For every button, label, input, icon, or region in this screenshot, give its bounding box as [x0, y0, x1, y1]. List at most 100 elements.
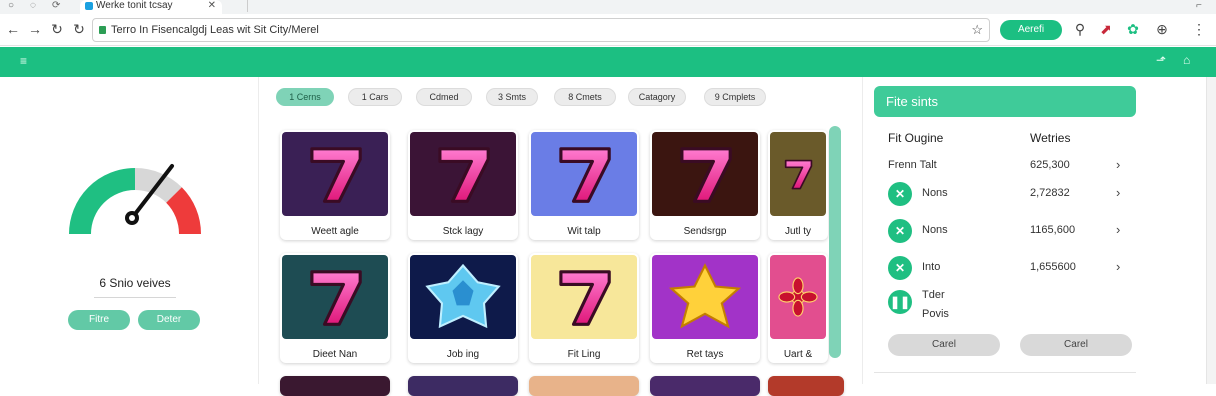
- game-card[interactable]: Dieet Nan: [280, 253, 390, 363]
- pause-circle-icon[interactable]: ❚❚: [888, 290, 912, 314]
- row-name: Nons: [922, 187, 948, 199]
- filter-chip[interactable]: 1 Cerns: [276, 88, 334, 106]
- refresh-small-icon[interactable]: ⟳: [52, 0, 60, 11]
- flower-icon: [770, 255, 826, 339]
- game-card[interactable]: Jutl ty: [768, 130, 828, 240]
- left-divider: [258, 77, 259, 384]
- page-scrollbar[interactable]: [1206, 77, 1216, 384]
- address-text: Terro In Fisencalgdj Leas wit Sit City/M…: [111, 24, 319, 36]
- list-item[interactable]: ✕ Into 1,655600 ›: [886, 253, 1132, 283]
- gauge-underline: [94, 297, 176, 298]
- filter-chip[interactable]: 8 Cmets: [554, 88, 616, 106]
- tab-title: Werke tonit tcsay: [96, 0, 173, 11]
- list-item[interactable]: Frenn Talt 625,300 ›: [886, 151, 1132, 181]
- slot-seven-icon: [410, 132, 516, 216]
- game-card[interactable]: Stck lagy: [408, 130, 518, 240]
- profile-icon[interactable]: ⊕: [1153, 20, 1171, 38]
- address-bar[interactable]: Terro In Fisencalgdj Leas wit Sit City/M…: [92, 18, 990, 42]
- game-card[interactable]: [650, 376, 760, 396]
- game-card-title: Fit Ling: [567, 349, 601, 360]
- cancel-button-left[interactable]: Carel: [888, 334, 1000, 356]
- game-card[interactable]: Job ing: [408, 253, 518, 363]
- filter-chip[interactable]: 3 Smts: [486, 88, 538, 106]
- forward-icon[interactable]: →: [26, 20, 44, 38]
- secure-lock-icon: [99, 26, 106, 34]
- hamburger-menu-icon[interactable]: ≡: [20, 54, 36, 68]
- browser-tabstrip: ○ ◌ ⟳ Werke tonit tcsay ✕ ⌐: [0, 0, 1216, 14]
- bookmark-star-icon[interactable]: ☆: [971, 19, 983, 41]
- close-circle-icon[interactable]: ✕: [888, 256, 912, 280]
- share-icon[interactable]: ⬏: [1156, 53, 1166, 67]
- extension-button[interactable]: Aerefi: [1000, 20, 1062, 40]
- game-card[interactable]: [529, 376, 639, 396]
- kebab-menu-icon[interactable]: ⋮: [1190, 20, 1208, 38]
- filter-chip[interactable]: Catagory: [628, 88, 686, 106]
- list-item[interactable]: ❚❚ Tder Povis: [886, 286, 1132, 322]
- game-card-title: Dieet Nan: [312, 349, 358, 360]
- filter-pill-button[interactable]: Fitre: [68, 310, 130, 330]
- row-value: 1,655600: [1030, 261, 1076, 273]
- game-card[interactable]: Wit talp: [529, 130, 639, 240]
- browser-toolbar: ← → ↻ ↻ Terro In Fisencalgdj Leas wit Si…: [0, 14, 1216, 46]
- game-card[interactable]: Sendsrgp: [650, 130, 760, 240]
- game-card[interactable]: [280, 376, 390, 396]
- slot-seven-icon: [531, 255, 637, 339]
- filter-chip[interactable]: Cdmed: [416, 88, 472, 106]
- game-card[interactable]: [408, 376, 518, 396]
- back-history-icon[interactable]: ○: [8, 0, 14, 11]
- row-value: 2,72832: [1030, 187, 1070, 199]
- star-icon: [652, 255, 758, 339]
- reload-alt-icon[interactable]: ↻: [70, 20, 88, 38]
- filter-chip[interactable]: 9 Cmplets: [704, 88, 766, 106]
- browser-tab[interactable]: Werke tonit tcsay ✕: [80, 0, 222, 14]
- game-card-title: Ret tays: [686, 349, 724, 360]
- minimize-icon[interactable]: ⌐: [1196, 0, 1202, 11]
- slot-seven-icon: [770, 132, 826, 216]
- right-divider: [862, 77, 863, 384]
- game-card[interactable]: Weett agle: [280, 130, 390, 240]
- row-value: 1165,600: [1030, 224, 1076, 236]
- chevron-right-icon[interactable]: ›: [1116, 222, 1120, 237]
- app-header-bar: ≡ ⬏ ⌂: [0, 47, 1216, 77]
- game-card[interactable]: Ret tays: [650, 253, 760, 363]
- column-header-value: Wetries: [1030, 131, 1071, 145]
- game-card-title: Wit talp: [567, 226, 601, 237]
- chevron-right-icon[interactable]: ›: [1116, 157, 1120, 172]
- home-icon[interactable]: ⌂: [1183, 53, 1190, 67]
- game-card[interactable]: Fit Ling: [529, 253, 639, 363]
- detail-pill-button[interactable]: Deter: [138, 310, 200, 330]
- close-circle-icon[interactable]: ✕: [888, 182, 912, 206]
- game-card-title: Stck lagy: [442, 226, 484, 237]
- list-item[interactable]: ✕ Nons 2,72832 ›: [886, 179, 1132, 209]
- filter-chip[interactable]: 1 Cars: [348, 88, 402, 106]
- game-card[interactable]: Uart &: [768, 253, 828, 363]
- back-icon[interactable]: ←: [4, 20, 22, 38]
- cancel-button-right[interactable]: Carel: [1020, 334, 1132, 356]
- chevron-right-icon[interactable]: ›: [1116, 185, 1120, 200]
- close-tab-icon[interactable]: ✕: [208, 0, 216, 12]
- new-tab-button[interactable]: [232, 0, 248, 12]
- row-subname: Povis: [922, 308, 949, 320]
- extension-green-icon[interactable]: ✿: [1124, 20, 1142, 38]
- window-control-icon[interactable]: ◌: [30, 0, 36, 11]
- game-card-title: Job ing: [446, 349, 480, 360]
- row-value: 625,300: [1030, 159, 1070, 171]
- row-name: Frenn Talt: [888, 159, 937, 171]
- search-icon[interactable]: ⚲: [1071, 20, 1089, 38]
- slot-seven-icon: [652, 132, 758, 216]
- row-name: Into: [922, 261, 941, 273]
- tab-favicon-icon: [85, 2, 93, 10]
- slot-seven-icon: [282, 255, 388, 339]
- filter-panel-title: Fite sints: [874, 86, 1136, 117]
- column-header-name: Fit Ougine: [888, 131, 944, 145]
- grid-scroll-thumb[interactable]: [829, 126, 841, 358]
- extension-red-icon[interactable]: ⬈: [1097, 20, 1115, 38]
- game-card-title: Weett agle: [311, 226, 359, 237]
- list-item[interactable]: ✕ Nons 1165,600 ›: [886, 216, 1132, 246]
- game-card[interactable]: [768, 376, 844, 396]
- row-name: Nons: [922, 224, 948, 236]
- reload-icon[interactable]: ↻: [48, 20, 66, 38]
- chevron-right-icon[interactable]: ›: [1116, 259, 1120, 274]
- gem-icon: [410, 255, 516, 339]
- close-circle-icon[interactable]: ✕: [888, 219, 912, 243]
